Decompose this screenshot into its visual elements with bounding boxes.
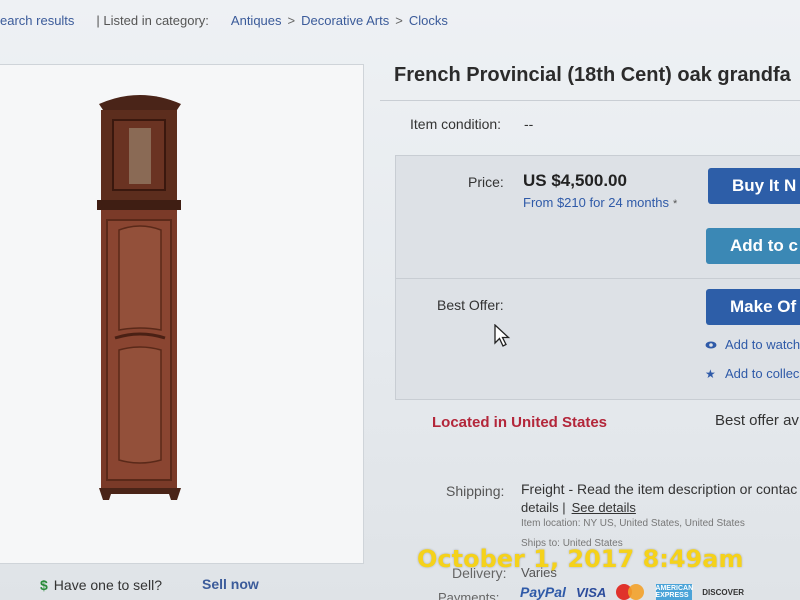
breadcrumb-item-antiques[interactable]: Antiques bbox=[231, 13, 282, 28]
title-divider bbox=[380, 100, 800, 101]
have-one-to-sell-label: Have one to sell? bbox=[53, 577, 162, 593]
item-condition-value: -- bbox=[524, 116, 534, 132]
star-icon: ★ bbox=[705, 366, 716, 381]
back-to-search-results-link[interactable]: earch results bbox=[0, 13, 74, 28]
best-offer-label: Best Offer: bbox=[437, 297, 504, 313]
add-to-watchlist-label[interactable]: Add to watch bbox=[725, 337, 800, 352]
screen: earch results | Listed in category: Anti… bbox=[0, 0, 800, 600]
sell-now-link[interactable]: Sell now bbox=[202, 576, 259, 592]
item-location-text: Item location: NY US, United States, Uni… bbox=[521, 518, 745, 529]
have-one-to-sell: $ Have one to sell? bbox=[40, 577, 162, 593]
paypal-logo: PayPal bbox=[520, 584, 566, 600]
add-to-collection-link[interactable]: ★ Add to collec bbox=[705, 366, 799, 381]
financing-footnote-mark: * bbox=[672, 198, 678, 210]
add-to-collection-label[interactable]: Add to collec bbox=[725, 366, 799, 381]
payment-methods: PayPal VISA AMERICAN EXPRESS DISCOVER bbox=[520, 584, 744, 600]
price-value: US $4,500.00 bbox=[523, 171, 627, 190]
financing-text[interactable]: From $210 for 24 months bbox=[523, 195, 669, 210]
add-to-watchlist-link[interactable]: Add to watch bbox=[705, 337, 800, 352]
category-label: | Listed in category: bbox=[96, 12, 209, 28]
buy-box-divider bbox=[395, 278, 800, 279]
breadcrumb: earch results | Listed in category: Anti… bbox=[0, 10, 448, 30]
dollar-icon: $ bbox=[40, 577, 48, 593]
make-offer-button[interactable]: Make Of bbox=[706, 289, 800, 325]
breadcrumb-item-clocks[interactable]: Clocks bbox=[409, 13, 448, 28]
breadcrumb-separator: > bbox=[395, 12, 403, 28]
amex-logo: AMERICAN EXPRESS bbox=[655, 584, 694, 600]
listing-title: French Provincial (18th Cent) oak grandf… bbox=[394, 64, 791, 86]
buy-it-now-button[interactable]: Buy It N bbox=[708, 168, 800, 204]
mouse-cursor-icon bbox=[494, 324, 511, 347]
located-in-text: Located in United States bbox=[432, 414, 608, 431]
details-text: details | bbox=[521, 500, 566, 515]
breadcrumb-item-decorative-arts[interactable]: Decorative Arts bbox=[301, 13, 389, 28]
see-details-link[interactable]: See details bbox=[572, 500, 636, 515]
price-label: Price: bbox=[468, 174, 504, 190]
visa-logo: VISA bbox=[575, 584, 607, 600]
eye-icon bbox=[705, 339, 717, 351]
payments-label: Payments: bbox=[438, 590, 500, 600]
best-offer-available-text: Best offer av bbox=[715, 412, 799, 429]
financing-offer-link[interactable]: From $210 for 24 months * bbox=[523, 195, 677, 210]
product-image-grandfather-clock[interactable] bbox=[95, 90, 185, 510]
item-condition-label: Item condition: bbox=[410, 116, 502, 132]
discover-logo: DISCOVER bbox=[702, 587, 745, 597]
photo-timestamp: October 1, 2017 8:49am bbox=[417, 545, 744, 573]
shipping-label: Shipping: bbox=[446, 483, 505, 499]
product-image-panel[interactable] bbox=[0, 64, 364, 564]
shipping-description: Freight - Read the item description or c… bbox=[521, 481, 798, 497]
shipping-details: details | See details bbox=[521, 500, 636, 515]
breadcrumb-separator: > bbox=[287, 12, 296, 28]
add-to-cart-button[interactable]: Add to c bbox=[706, 228, 800, 264]
mastercard-logo bbox=[616, 584, 646, 600]
